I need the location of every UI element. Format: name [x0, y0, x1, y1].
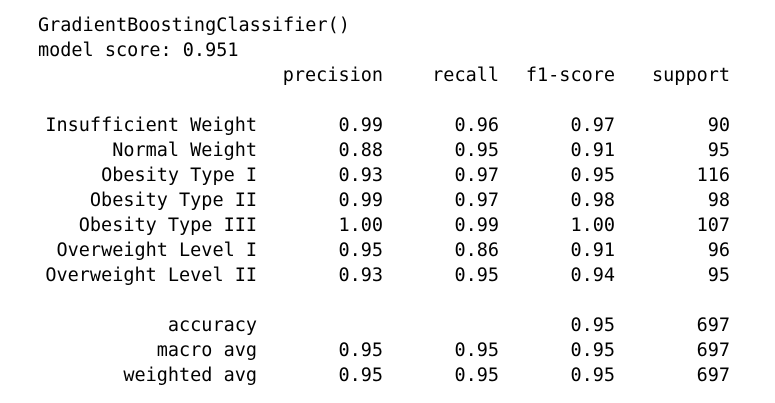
- macro-avg-f1: 0.95: [570, 340, 615, 361]
- precision-value: 1.00: [338, 215, 383, 236]
- precision-value: 0.88: [338, 140, 383, 161]
- header-precision: precision: [282, 65, 383, 86]
- support-value: 96: [707, 240, 730, 261]
- class-row: Overweight Level II 0.93 0.95 0.94 95: [0, 263, 775, 288]
- weighted-avg-label: weighted avg: [123, 365, 257, 386]
- header-f1-score: f1-score: [525, 65, 615, 86]
- class-label: Obesity Type I: [101, 165, 257, 186]
- model-score-line: model score: 0.951: [38, 40, 239, 61]
- recall-value: 0.95: [454, 140, 499, 161]
- support-value: 98: [707, 190, 730, 211]
- support-value: 90: [707, 115, 730, 136]
- precision-value: 0.99: [338, 115, 383, 136]
- f1-value: 1.00: [570, 215, 615, 236]
- accuracy-label: accuracy: [167, 315, 257, 336]
- accuracy-support-value: 697: [696, 315, 730, 336]
- blank-row: [0, 288, 775, 313]
- support-value: 116: [696, 165, 730, 186]
- weighted-avg-support: 697: [696, 365, 730, 386]
- class-row: Normal Weight 0.88 0.95 0.91 95: [0, 138, 775, 163]
- macro-avg-recall: 0.95: [454, 340, 499, 361]
- support-value: 95: [707, 265, 730, 286]
- accuracy-f1-value: 0.95: [570, 315, 615, 336]
- header-recall: recall: [432, 65, 499, 86]
- class-row: Obesity Type I 0.93 0.97 0.95 116: [0, 163, 775, 188]
- accuracy-row: accuracy 0.95 697: [0, 313, 775, 338]
- macro-avg-label: macro avg: [156, 340, 257, 361]
- class-row: Obesity Type II 0.99 0.97 0.98 98: [0, 188, 775, 213]
- support-value: 95: [707, 140, 730, 161]
- class-row: Overweight Level I 0.95 0.86 0.91 96: [0, 238, 775, 263]
- class-row: Obesity Type III 1.00 0.99 1.00 107: [0, 213, 775, 238]
- header-support: support: [652, 65, 730, 86]
- precision-value: 0.93: [338, 265, 383, 286]
- recall-value: 0.97: [454, 165, 499, 186]
- f1-value: 0.91: [570, 240, 615, 261]
- f1-value: 0.91: [570, 140, 615, 161]
- support-value: 107: [696, 215, 730, 236]
- weighted-avg-f1: 0.95: [570, 365, 615, 386]
- weighted-avg-recall: 0.95: [454, 365, 499, 386]
- class-label: Overweight Level II: [45, 265, 257, 286]
- class-row: Insufficient Weight 0.99 0.96 0.97 90: [0, 113, 775, 138]
- report-header-row: precision recall f1-score support: [0, 63, 775, 88]
- f1-value: 0.94: [570, 265, 615, 286]
- class-label: Obesity Type III: [78, 215, 257, 236]
- f1-value: 0.98: [570, 190, 615, 211]
- macro-avg-row: macro avg 0.95 0.95 0.95 697: [0, 338, 775, 363]
- class-label: Overweight Level I: [56, 240, 257, 261]
- precision-value: 0.99: [338, 190, 383, 211]
- f1-value: 0.97: [570, 115, 615, 136]
- weighted-avg-row: weighted avg 0.95 0.95 0.95 697: [0, 363, 775, 388]
- class-label: Insufficient Weight: [45, 115, 257, 136]
- recall-value: 0.97: [454, 190, 499, 211]
- macro-avg-support: 697: [696, 340, 730, 361]
- recall-value: 0.86: [454, 240, 499, 261]
- model-repr-line: GradientBoostingClassifier(): [38, 15, 350, 36]
- recall-value: 0.99: [454, 215, 499, 236]
- recall-value: 0.96: [454, 115, 499, 136]
- blank-row: [0, 88, 775, 113]
- precision-value: 0.93: [338, 165, 383, 186]
- f1-value: 0.95: [570, 165, 615, 186]
- weighted-avg-precision: 0.95: [338, 365, 383, 386]
- class-label: Normal Weight: [112, 140, 257, 161]
- classification-report: precision recall f1-score support Insuff…: [0, 63, 775, 388]
- precision-value: 0.95: [338, 240, 383, 261]
- recall-value: 0.95: [454, 265, 499, 286]
- macro-avg-precision: 0.95: [338, 340, 383, 361]
- class-label: Obesity Type II: [89, 190, 257, 211]
